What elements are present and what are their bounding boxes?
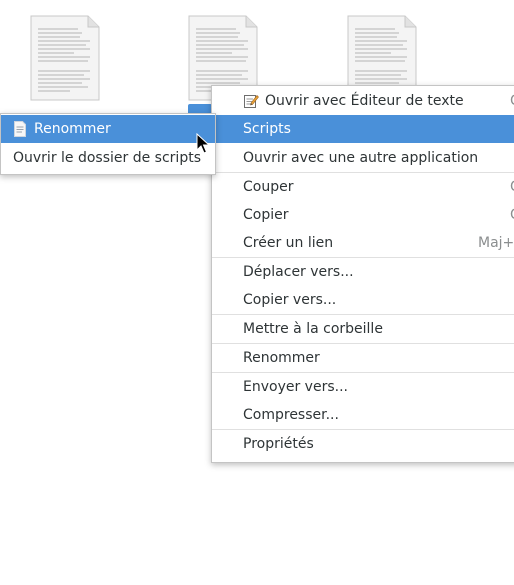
menu-item-label: Renommer [243, 350, 320, 366]
menu-item-open-with-other-app[interactable]: Ouvrir avec une autre application [212, 144, 514, 172]
context-menu: Ouvrir avec Éditeur de texte C Scripts O… [211, 85, 514, 463]
menu-item-label: Compresser... [243, 407, 339, 423]
menu-item-accel: C [510, 179, 514, 195]
text-editor-icon [243, 93, 259, 109]
submenu-item-label: Ouvrir le dossier de scripts [13, 150, 201, 166]
file-icon[interactable] [30, 15, 100, 101]
menu-item-label: Envoyer vers... [243, 379, 348, 395]
menu-item-copy-to[interactable]: Copier vers... [212, 286, 514, 314]
menu-item-rename[interactable]: Renommer [212, 344, 514, 372]
menu-item-accel: Maj+C [478, 235, 514, 251]
menu-item-label: Couper [243, 179, 294, 195]
menu-item-label: Propriétés [243, 436, 314, 452]
menu-item-open-with-text-editor[interactable]: Ouvrir avec Éditeur de texte C [212, 87, 514, 115]
menu-item-label: Scripts [243, 121, 291, 137]
submenu-item-rename-script[interactable]: Renommer [1, 115, 215, 143]
script-file-icon [13, 121, 27, 137]
mouse-pointer-icon [196, 132, 211, 159]
menu-item-create-link[interactable]: Créer un lien Maj+C [212, 229, 514, 257]
menu-item-label: Copier [243, 207, 289, 223]
menu-item-accel: C [510, 93, 514, 109]
menu-item-accel: C [510, 207, 514, 223]
menu-item-properties[interactable]: Propriétés [212, 430, 514, 458]
menu-item-label: Mettre à la corbeille [243, 321, 383, 337]
menu-item-compress[interactable]: Compresser... [212, 401, 514, 429]
menu-item-label: Copier vers... [243, 292, 337, 308]
menu-item-scripts[interactable]: Scripts [212, 115, 514, 143]
menu-item-label: Déplacer vers... [243, 264, 354, 280]
menu-item-label: Ouvrir avec une autre application [243, 150, 479, 166]
menu-item-send-to[interactable]: Envoyer vers... [212, 373, 514, 401]
menu-item-cut[interactable]: Couper C [212, 173, 514, 201]
menu-item-label: Ouvrir avec Éditeur de texte [265, 93, 464, 109]
submenu-item-open-scripts-folder[interactable]: Ouvrir le dossier de scripts [1, 144, 215, 172]
scripts-submenu: Renommer Ouvrir le dossier de scripts [0, 113, 216, 175]
menu-item-move-to[interactable]: Déplacer vers... [212, 258, 514, 286]
menu-item-move-to-trash[interactable]: Mettre à la corbeille [212, 315, 514, 343]
submenu-item-label: Renommer [34, 121, 111, 137]
menu-item-label: Créer un lien [243, 235, 334, 251]
document-icon [30, 15, 100, 101]
menu-item-copy[interactable]: Copier C [212, 201, 514, 229]
